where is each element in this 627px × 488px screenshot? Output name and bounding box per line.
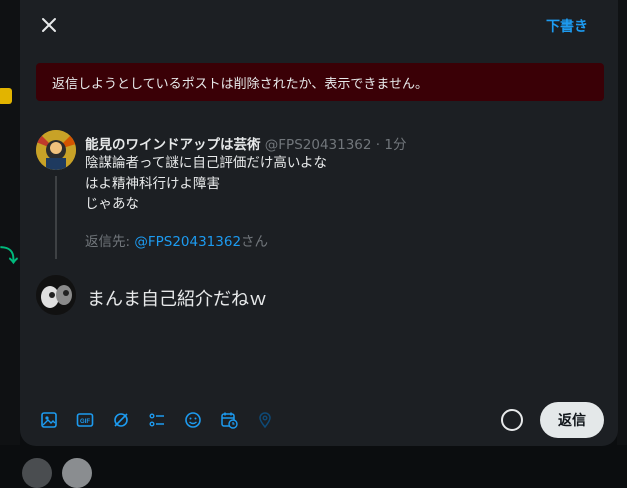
- drafts-button[interactable]: 下書き: [546, 16, 588, 36]
- post-text-line: はよ精神科行けよ障害: [85, 175, 220, 192]
- svg-text:GIF: GIF: [80, 419, 90, 425]
- background-right: [617, 0, 627, 465]
- reply-to-line: 返信先: @FPS20431362さん: [85, 230, 268, 250]
- author-handle[interactable]: @FPS20431362: [265, 137, 372, 153]
- gif-icon[interactable]: GIF: [74, 409, 96, 431]
- background-badge: [0, 88, 12, 104]
- grok-icon[interactable]: [110, 409, 132, 431]
- close-icon-graphic: [42, 18, 56, 32]
- post-text-line: 陰謀論者って謎に自己評価だけ高いよな: [85, 155, 328, 171]
- post-header: 能見のワインドアップは芸術 @FPS20431362 · 1分: [85, 133, 406, 153]
- post-time: · 1分: [375, 137, 407, 153]
- avatar[interactable]: [36, 130, 76, 170]
- background-avatar: [62, 458, 92, 488]
- reply-to-prefix: 返信先:: [85, 234, 135, 250]
- background-avatar: [22, 458, 52, 488]
- background-sidebar: [0, 0, 20, 465]
- poll-icon[interactable]: [146, 409, 168, 431]
- thread-line: [55, 176, 57, 259]
- character-count-ring: [501, 409, 523, 431]
- avatar-image: [36, 130, 76, 170]
- reply-to-handle[interactable]: @FPS20431362: [134, 234, 241, 250]
- my-avatar[interactable]: [36, 275, 76, 315]
- post-text: 陰謀論者って謎に自己評価だけ高いよな はよ精神科行けよ障害 じゃあな: [85, 153, 327, 215]
- error-banner: 返信しようとしているポストは削除されたか、表示できません。: [36, 63, 604, 101]
- my-avatar-image: [36, 275, 76, 315]
- reply-modal: 下書き 返信しようとしているポストは削除されたか、表示できません。 能見のワイン…: [20, 0, 618, 446]
- schedule-icon[interactable]: [218, 409, 240, 431]
- close-icon[interactable]: [36, 12, 62, 38]
- reply-to-suffix: さん: [241, 234, 269, 250]
- emoji-icon[interactable]: [182, 409, 204, 431]
- reply-button[interactable]: 返信: [540, 402, 604, 438]
- error-banner-text: 返信しようとしているポストは削除されたか、表示できません。: [52, 76, 428, 92]
- location-icon[interactable]: [254, 409, 276, 431]
- compose-input[interactable]: まんま自己紹介だねｗ: [87, 285, 267, 311]
- background-bottom: [0, 445, 627, 465]
- image-icon[interactable]: [38, 409, 60, 431]
- author-name[interactable]: 能見のワインドアップは芸術: [85, 137, 261, 153]
- retweet-icon: ⤵: [0, 246, 18, 267]
- post-text-line: じゃあな: [85, 196, 139, 212]
- compose-toolbar: GIF: [38, 406, 276, 434]
